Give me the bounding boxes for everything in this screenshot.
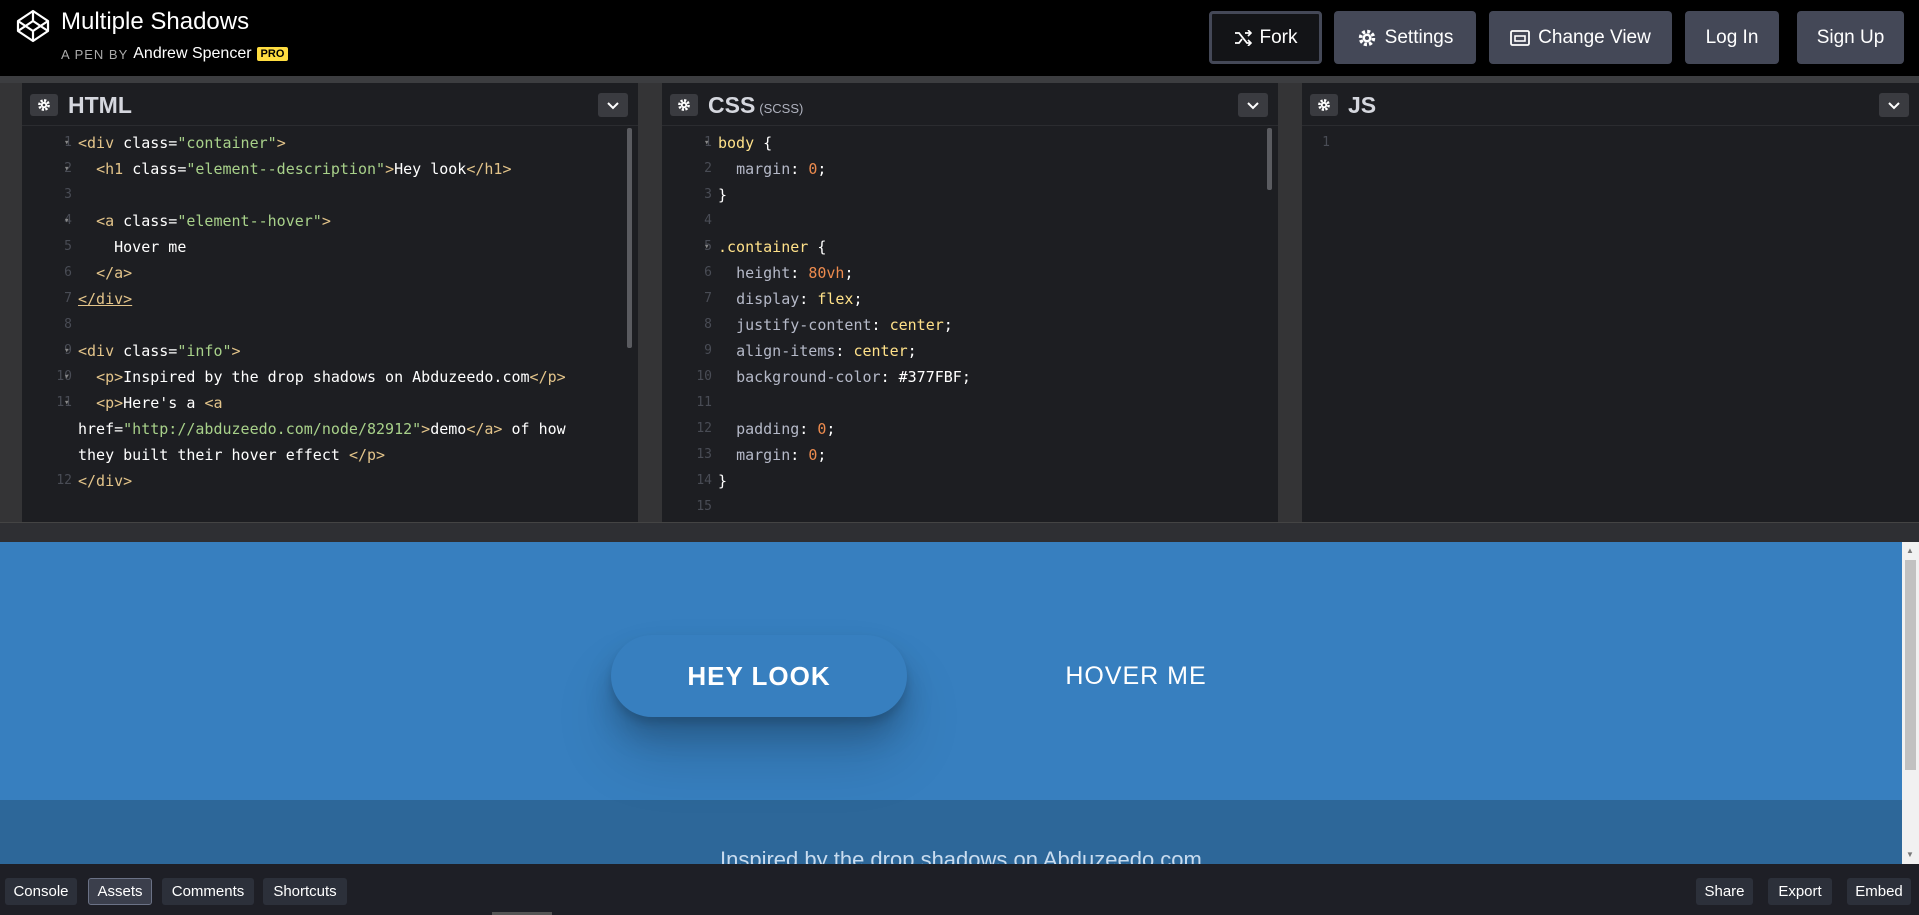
gear-icon <box>678 99 690 111</box>
footer: Console Assets Comments Shortcuts Share … <box>0 864 1919 915</box>
settings-label: Settings <box>1384 26 1454 48</box>
js-editor[interactable]: JS 1 <box>1302 83 1919 522</box>
html-editor-header: HTML <box>22 83 638 126</box>
login-button[interactable]: Log In <box>1685 11 1779 64</box>
login-label: Log In <box>1705 26 1759 48</box>
settings-button[interactable]: Settings <box>1334 11 1476 64</box>
css-code[interactable]: 1 ▾ body { 2 margin: 0; 3} 4 5 ▾ .container … <box>662 130 1278 520</box>
fork-label: Fork <box>1259 26 1298 48</box>
fork-icon <box>1234 29 1252 46</box>
gear-icon <box>1358 29 1375 46</box>
css-preprocessor-label: (SCSS) <box>759 101 804 116</box>
codepen-editor: Multiple Shadows A PEN BY Andrew Spencer… <box>0 0 1919 915</box>
preview-frame: HEY LOOK HOVER ME Inspired by the drop s… <box>0 542 1902 864</box>
layout-icon <box>1510 29 1531 46</box>
editors-top-bar <box>0 76 1919 83</box>
css-collapse-button[interactable] <box>1238 93 1268 117</box>
byline-prefix: A PEN BY <box>61 46 129 62</box>
js-code[interactable]: 1 <box>1302 130 1919 156</box>
css-scrollbar[interactable] <box>1267 128 1272 190</box>
preview-scrollbar[interactable]: ▲ ▼ <box>1902 542 1919 864</box>
html-settings-button[interactable] <box>30 94 58 116</box>
html-code[interactable]: 1 ▾ <div class="container"> 2 ▾ <h1 class="… <box>22 130 638 494</box>
scroll-down-icon[interactable]: ▼ <box>1906 850 1914 859</box>
css-title-text: CSS <box>708 92 756 118</box>
header: Multiple Shadows A PEN BY Andrew Spencer… <box>0 0 1919 76</box>
chevron-down-icon <box>1888 101 1900 109</box>
info-text: Inspired by the drop shadows on Abduzeed… <box>720 847 1202 864</box>
scroll-up-icon[interactable]: ▲ <box>1906 546 1914 555</box>
hover-me-link[interactable]: HOVER ME <box>1030 635 1242 717</box>
js-editor-title: JS <box>1348 92 1377 118</box>
assets-button[interactable]: Assets <box>88 878 152 905</box>
signup-button[interactable]: Sign Up <box>1797 11 1904 64</box>
pro-badge: PRO <box>256 47 289 61</box>
css-settings-button[interactable] <box>670 94 698 116</box>
preview-scroll-thumb[interactable] <box>1905 560 1916 770</box>
preview-resize-handle[interactable] <box>0 522 1919 542</box>
pen-byline: A PEN BY Andrew Spencer PRO <box>61 45 289 63</box>
html-scrollbar[interactable] <box>627 128 632 348</box>
chevron-down-icon <box>1247 101 1259 109</box>
css-editor-title: CSS (SCSS) <box>708 92 803 119</box>
pen-title: Multiple Shadows <box>61 8 250 35</box>
comments-button[interactable]: Comments <box>162 878 254 905</box>
export-button[interactable]: Export <box>1768 878 1832 905</box>
fork-button[interactable]: Fork <box>1209 11 1322 64</box>
signup-label: Sign Up <box>1816 26 1885 48</box>
gear-icon <box>38 99 50 111</box>
js-settings-button[interactable] <box>1310 94 1338 116</box>
share-button[interactable]: Share <box>1696 878 1753 905</box>
embed-button[interactable]: Embed <box>1847 878 1911 905</box>
js-line-number: 1 <box>1322 135 1330 150</box>
change-view-label: Change View <box>1538 26 1651 48</box>
codepen-logo-icon[interactable] <box>16 9 50 43</box>
html-editor[interactable]: HTML 1 ▾ <div class="container"> 2 ▾ <h1 cl… <box>22 83 638 522</box>
hey-look-element: HEY LOOK <box>611 635 907 717</box>
css-editor-header: CSS (SCSS) <box>662 83 1278 126</box>
gear-icon <box>1318 99 1330 111</box>
html-editor-title: HTML <box>68 92 132 118</box>
change-view-button[interactable]: Change View <box>1489 11 1672 64</box>
css-editor[interactable]: CSS (SCSS) 1 ▾ body { 2 margin: 0; 3} 4 5 ▾.… <box>662 83 1278 522</box>
console-button[interactable]: Console <box>5 878 77 905</box>
html-collapse-button[interactable] <box>598 93 628 117</box>
js-editor-header: JS <box>1302 83 1919 126</box>
js-collapse-button[interactable] <box>1879 93 1909 117</box>
author-link[interactable]: Andrew Spencer <box>133 45 251 63</box>
shortcuts-button[interactable]: Shortcuts <box>263 878 347 905</box>
chevron-down-icon <box>607 101 619 109</box>
